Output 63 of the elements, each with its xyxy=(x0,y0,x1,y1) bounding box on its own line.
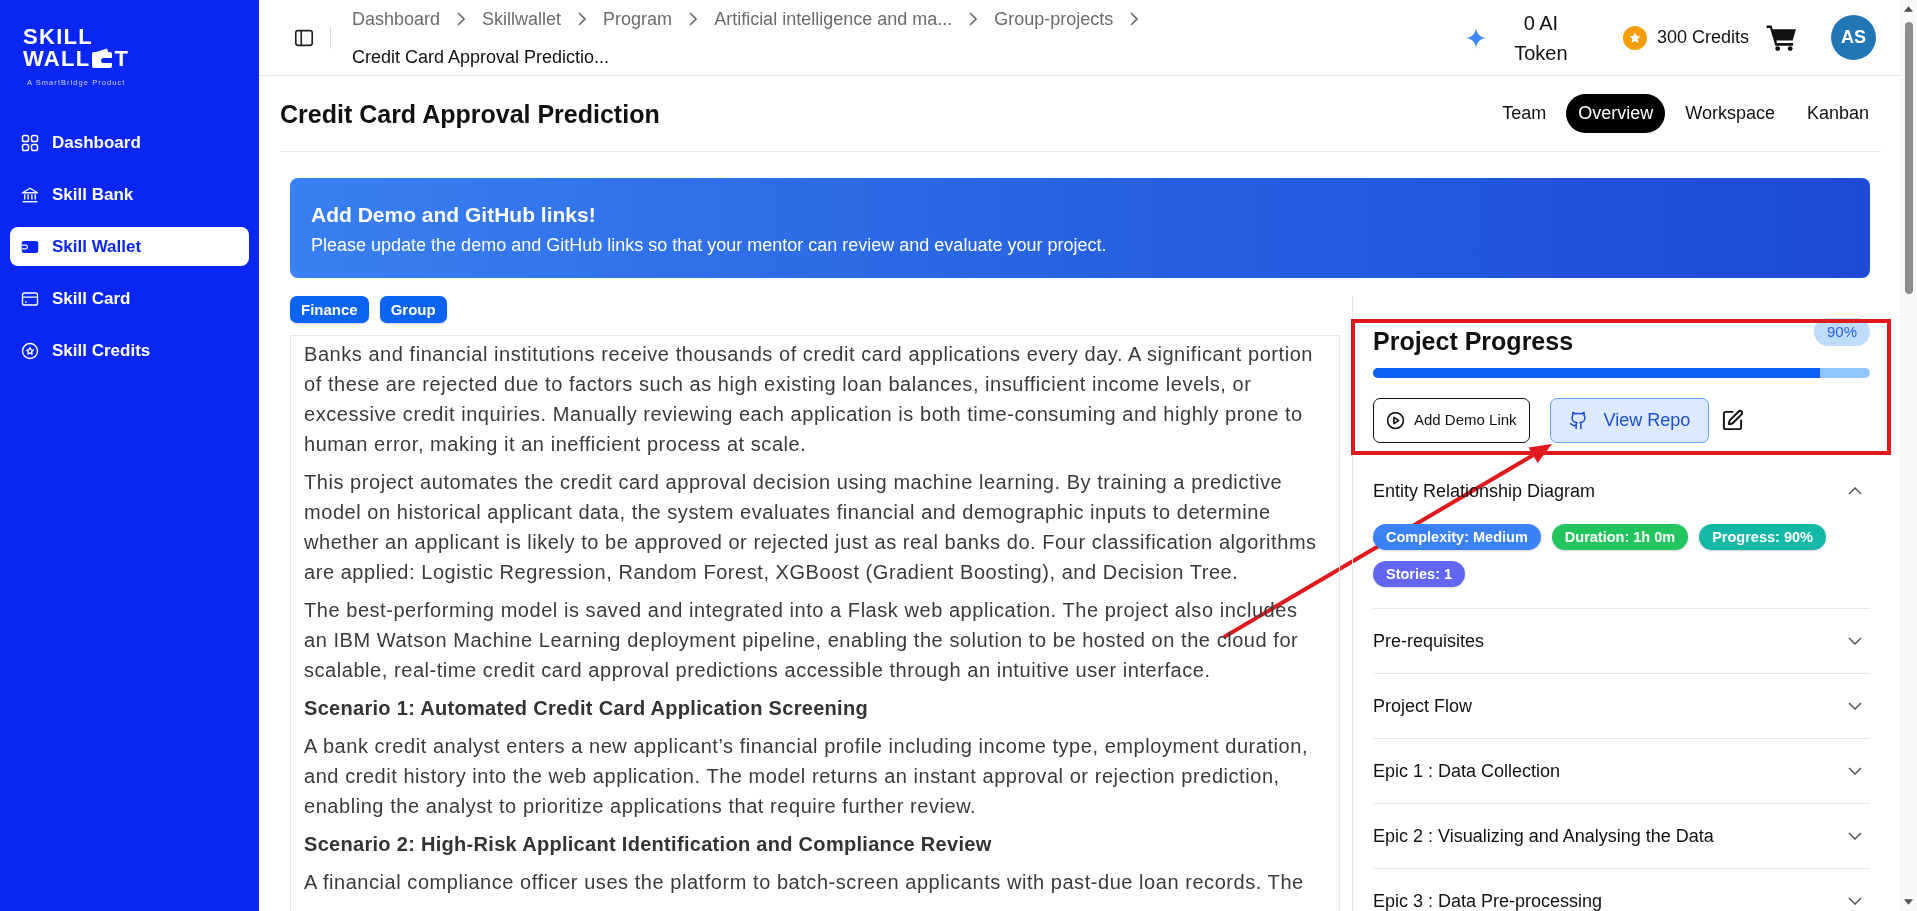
grid-icon xyxy=(21,133,39,152)
sidebar-link[interactable]: Skill Card xyxy=(10,279,249,318)
chevron-right-icon xyxy=(1130,11,1139,26)
accordion-header[interactable]: Epic 3 : Data Pre-processing xyxy=(1373,869,1870,911)
logo-text: T xyxy=(114,48,130,68)
credits-count: 300 Credits xyxy=(1656,26,1749,49)
chevron-right-icon xyxy=(457,11,466,26)
logo-text: WALL xyxy=(23,48,91,68)
paragraph: Banks and financial institutions receive thousands of credit card applications every day. A significant portion of these are rejected due to factors such as high existing loan balances, insufficient income levels, or excessive credit inquiries. Manually reviewing each application is both time-consuming and highly prone to human error, making it an inefficient process at scale. xyxy=(304,342,1314,457)
chevron-right-icon xyxy=(689,11,698,26)
scroll-up-icon[interactable] xyxy=(1904,6,1913,12)
github-icon xyxy=(1568,411,1588,430)
section-heading: Scenario 2: High-Risk Applicant Identification and Compliance Review xyxy=(304,832,993,857)
sidebar-link[interactable]: Skill Credits xyxy=(10,331,249,370)
tab[interactable]: Kanban xyxy=(1794,94,1881,133)
paragraph: This project automates the credit card approval decision using machine learning. By training a predictive model on historical applicant data, the system evaluates financial and demographic inputs to determine whether an applicant is likely to be approved or rejected just as real banks do. Four classification algorithms are applied: Logistic Regression, Random Forest, XGBoost (Gradient Boosting), and Decision Tree. xyxy=(304,470,1318,585)
paragraph: A financial compliance officer uses the platform to batch-screen applicants with past-due loan records. The xyxy=(304,870,1305,895)
accordion-header[interactable]: Epic 2 : Visualizing and Analysing the Data xyxy=(1373,804,1870,868)
scrollbar-thumb[interactable] xyxy=(1904,22,1913,294)
scroll-down-icon[interactable] xyxy=(1904,899,1913,905)
page-title: Credit Card Approval Prediction xyxy=(280,98,660,129)
play-circle-icon xyxy=(1386,411,1405,430)
ai-token-count: 0 AI Token xyxy=(1513,10,1569,66)
wallet-logo-icon xyxy=(91,48,112,68)
info-pill: Progress: 90% xyxy=(1699,524,1826,550)
coin-icon xyxy=(1622,25,1647,50)
info-pill: Stories: 1 xyxy=(1373,561,1466,587)
info-pill: Duration: 1h 0m xyxy=(1551,524,1689,550)
user-avatar[interactable]: AS xyxy=(1831,15,1876,60)
breadcrumb-link[interactable]: Artificial intelligence and ma... xyxy=(714,6,953,31)
breadcrumb-current: Credit Card Approval Predictio... xyxy=(352,45,610,69)
tag: Group xyxy=(379,296,447,323)
banner-text: Please update the demo and GitHub links so that your mentor can review and evaluate your project. xyxy=(311,234,1108,257)
star-circle-icon xyxy=(21,341,39,360)
tab[interactable]: Team xyxy=(1490,94,1559,133)
view-repo-button[interactable]: View Repo xyxy=(1549,398,1710,443)
tab[interactable]: Overview xyxy=(1566,94,1666,133)
section-heading: Scenario 1: Automated Credit Card Application Screening xyxy=(304,696,869,721)
info-pill: Complexity: Medium xyxy=(1373,524,1541,550)
breadcrumb-link[interactable]: Dashboard xyxy=(352,6,441,31)
sidebar-link[interactable]: Dashboard xyxy=(10,123,249,162)
breadcrumb-link[interactable]: Group-projects xyxy=(994,6,1114,31)
credit-card-icon xyxy=(21,289,39,308)
accordion-header[interactable]: Pre-requisites xyxy=(1373,609,1870,673)
add-demo-link-button[interactable]: Add Demo Link xyxy=(1373,398,1530,443)
progress-title: Project Progress xyxy=(1373,326,1574,356)
paragraph: A bank credit analyst enters a new applicant’s financial profile including income type, employment duration, and credit history into the web application. The model returns an instant approval or rejection prediction, enabling the analyst to prioritize applications that require further review. xyxy=(304,734,1309,819)
breadcrumb-link[interactable]: Skillwallet xyxy=(482,6,562,31)
bank-icon xyxy=(21,185,39,204)
banner-title: Add Demo and GitHub links! xyxy=(311,202,597,228)
sidebar-link[interactable]: Skill Wallet xyxy=(10,227,249,266)
tag: Finance xyxy=(290,296,369,323)
chevron-right-icon xyxy=(969,11,978,26)
accordion-header[interactable]: Epic 1 : Data Collection xyxy=(1373,739,1870,803)
logo-text: SKILL xyxy=(23,27,95,46)
tab[interactable]: Workspace xyxy=(1673,94,1787,133)
cart-icon[interactable] xyxy=(1766,24,1797,51)
chevron-right-icon xyxy=(578,11,587,26)
accordion-header[interactable]: Project Flow xyxy=(1373,674,1870,738)
edit-icon[interactable] xyxy=(1721,409,1745,432)
breadcrumb-link[interactable]: Program xyxy=(603,6,673,31)
sidebar-link[interactable]: Skill Bank xyxy=(10,175,249,214)
scrollbar[interactable] xyxy=(1900,0,1917,911)
